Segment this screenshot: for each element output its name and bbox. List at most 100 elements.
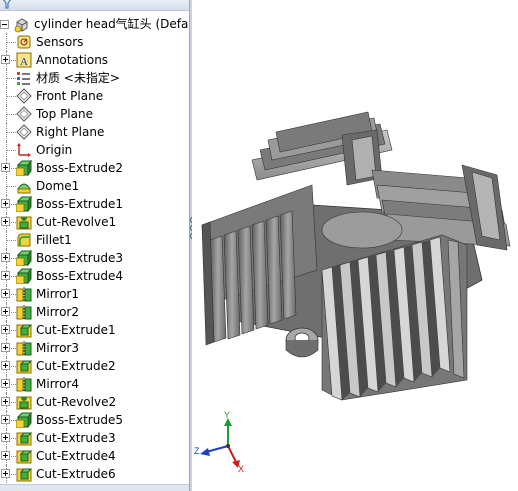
tree-item-sensors[interactable]: Sensors xyxy=(0,33,189,51)
tree-item-label: Cut-Extrude3 xyxy=(36,431,116,445)
expand-icon[interactable] xyxy=(1,199,10,208)
filter-icon[interactable] xyxy=(1,0,13,9)
horizontal-scrollbar[interactable] xyxy=(0,484,189,491)
tree-item-dome1[interactable]: Dome1 xyxy=(0,177,189,195)
mount-lug xyxy=(285,327,319,358)
origin-icon xyxy=(16,142,32,158)
expand-icon[interactable] xyxy=(1,469,10,478)
mirror-icon xyxy=(16,286,32,302)
tree-connector-line xyxy=(7,78,16,79)
tree-item-right-plane[interactable]: Right Plane xyxy=(0,123,189,141)
tree-item-label: Mirror1 xyxy=(36,287,79,301)
tree-item-label: Cut-Extrude1 xyxy=(36,323,116,337)
plane-icon xyxy=(16,124,32,140)
expand-icon[interactable] xyxy=(1,217,10,226)
tree-item-label: Boss-Extrude3 xyxy=(36,251,123,265)
tree-item-label: Mirror3 xyxy=(36,341,79,355)
tree-item-annotations[interactable]: A Annotations xyxy=(0,51,189,69)
tree-item-boss-extrude4[interactable]: Boss-Extrude4 xyxy=(0,267,189,285)
boss-extrude-icon xyxy=(15,159,32,177)
tree-item-boss-extrude3[interactable]: Boss-Extrude3 xyxy=(0,249,189,267)
dome-icon xyxy=(16,178,32,194)
tree-item-front-plane[interactable]: Front Plane xyxy=(0,87,189,105)
tree-item-cut-extrude2[interactable]: Cut-Extrude2 xyxy=(0,357,189,375)
expand-icon[interactable] xyxy=(1,163,10,172)
tree-connector-line xyxy=(7,240,16,241)
tree-connector-line xyxy=(7,150,16,151)
tree-item-label: Origin xyxy=(36,143,73,157)
boss-extrude-icon xyxy=(15,249,32,267)
tree-item-label: Cut-Extrude6 xyxy=(36,467,116,481)
filter-bar xyxy=(0,0,189,11)
cut-extrude-icon xyxy=(16,358,33,374)
fins-back xyxy=(251,111,393,186)
graphics-area[interactable]: Y Z X xyxy=(192,0,518,491)
tree-item-mirror4[interactable]: Mirror4 xyxy=(0,375,189,393)
expand-icon[interactable] xyxy=(1,343,10,352)
expand-icon[interactable] xyxy=(1,397,10,406)
collapse-icon[interactable] xyxy=(0,20,9,29)
tree-item-label: Cut-Revolve1 xyxy=(36,215,117,229)
mirror-icon xyxy=(16,304,32,320)
expand-icon[interactable] xyxy=(1,451,10,460)
annotations-icon: A xyxy=(16,52,32,68)
part-icon xyxy=(14,18,28,33)
x-axis xyxy=(227,445,237,463)
tree-item-cut-revolve2[interactable]: Cut-Revolve2 xyxy=(0,393,189,411)
tree-item-label: 材质 <未指定> xyxy=(36,71,120,85)
tree-item-label: Front Plane xyxy=(36,89,104,103)
boss-extrude-icon xyxy=(15,267,32,285)
reference-triad[interactable]: Y Z X xyxy=(192,410,252,480)
tree-connector-line xyxy=(7,114,16,115)
tree-item-label: Dome1 xyxy=(36,179,80,193)
tree-item-cut-revolve1[interactable]: Cut-Revolve1 xyxy=(0,213,189,231)
tree-item-boss-extrude2[interactable]: Boss-Extrude2 xyxy=(0,159,189,177)
cut-revolve-icon xyxy=(16,214,32,230)
cut-extrude-icon xyxy=(16,448,33,464)
expand-icon[interactable] xyxy=(1,289,10,298)
expand-icon[interactable] xyxy=(1,415,10,424)
tree-item-material[interactable]: 材质 <未指定> xyxy=(0,69,189,87)
boss-extrude-icon xyxy=(15,195,32,213)
tree-item-cut-extrude3[interactable]: Cut-Extrude3 xyxy=(0,429,189,447)
sensors-icon xyxy=(16,34,32,50)
tree-item-cut-extrude4[interactable]: Cut-Extrude4 xyxy=(0,447,189,465)
expand-icon[interactable] xyxy=(1,307,10,316)
tree-item-mirror3[interactable]: Mirror3 xyxy=(0,339,189,357)
tree-item-mirror2[interactable]: Mirror2 xyxy=(0,303,189,321)
expand-icon[interactable] xyxy=(1,271,10,280)
tree-item-top-plane[interactable]: Top Plane xyxy=(0,105,189,123)
tree-item-label: Mirror4 xyxy=(36,377,79,391)
tree-item-mirror1[interactable]: Mirror1 xyxy=(0,285,189,303)
expand-icon[interactable] xyxy=(1,253,10,262)
tree-item-cut-extrude1[interactable]: Cut-Extrude1 xyxy=(0,321,189,339)
tree-connector-line xyxy=(7,42,16,43)
tree-item-boss-extrude1[interactable]: Boss-Extrude1 xyxy=(0,195,189,213)
expand-icon[interactable] xyxy=(1,55,10,64)
cut-extrude-icon xyxy=(16,466,33,482)
tree-connector-line xyxy=(7,132,16,133)
tree-item-fillet1[interactable]: Fillet1 xyxy=(0,231,189,249)
expand-icon[interactable] xyxy=(1,433,10,442)
tree-item-label: Cut-Extrude2 xyxy=(36,359,116,373)
cut-revolve-icon xyxy=(16,394,32,410)
z-axis-label: Z xyxy=(194,446,200,456)
y-axis-label: Y xyxy=(224,410,230,420)
tree-item-boss-extrude5[interactable]: Boss-Extrude5 xyxy=(0,411,189,429)
tree-item-label: Annotations xyxy=(36,53,109,67)
tree-item-label: Boss-Extrude2 xyxy=(36,161,123,175)
tree-item-cut-extrude6[interactable]: Cut-Extrude6 xyxy=(0,465,189,483)
tree-item-label: Boss-Extrude1 xyxy=(36,197,123,211)
expand-icon[interactable] xyxy=(1,325,10,334)
plane-icon xyxy=(16,106,32,122)
expand-icon[interactable] xyxy=(1,379,10,388)
mirror-icon xyxy=(16,376,32,392)
tree-root-part[interactable]: cylinder head气缸头 (Defa xyxy=(0,15,189,33)
tree-item-origin[interactable]: Origin xyxy=(0,141,189,159)
tree-item-label: Sensors xyxy=(36,35,84,49)
expand-icon[interactable] xyxy=(1,361,10,370)
tree-item-label: Mirror2 xyxy=(36,305,79,319)
tree-item-label: Fillet1 xyxy=(36,233,72,247)
tree-item-label: Top Plane xyxy=(36,107,93,121)
svg-text:A: A xyxy=(20,56,28,68)
